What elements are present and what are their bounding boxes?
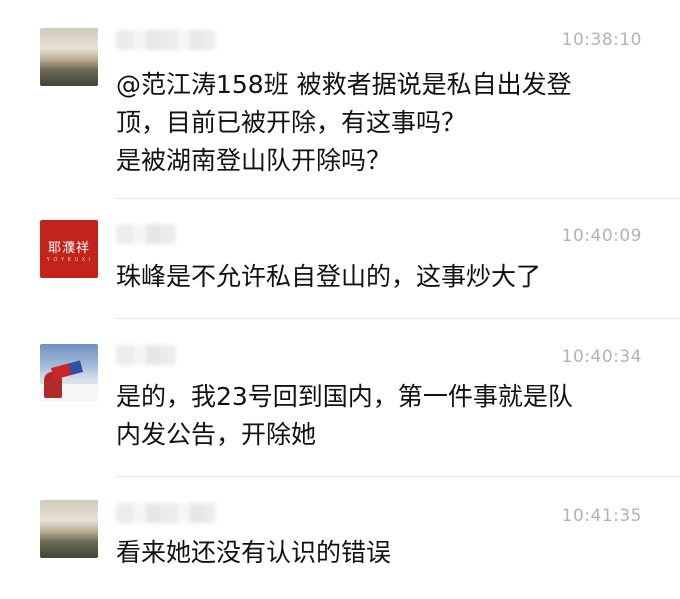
sender-name-blurred: [116, 503, 216, 523]
avatar[interactable]: 耶濮祥 Y O Y K U X I: [40, 220, 98, 278]
message-text[interactable]: 是的，我23号回到国内，第一件事就是队 内发公告，开除她: [116, 378, 650, 454]
chat-message-list: 10:38:10 @范江涛158班 被救者据说是私自出发登 顶，目前已被开除，有…: [0, 0, 680, 599]
landscape-avatar-image: [40, 28, 98, 86]
message-line: 珠峰是不允许私自登山的，这事炒大了: [116, 262, 542, 291]
message-line: 顶，目前已被开除，有这事吗？: [116, 108, 467, 137]
message-line: 看来她还没有认识的错误: [116, 538, 392, 567]
message-line: 是被湖南登山队开除吗？: [116, 146, 392, 175]
avatar[interactable]: [40, 28, 98, 86]
message-text[interactable]: 珠峰是不允许私自登山的，这事炒大了: [116, 258, 650, 296]
avatar[interactable]: [40, 344, 98, 402]
sender-name-blurred: [116, 224, 176, 244]
seal-text: 耶濮祥: [47, 241, 90, 256]
message-line: 是的，我23号回到国内，第一件事就是队: [116, 382, 573, 411]
message-line: @范江涛158班 被救者据说是私自出发登: [116, 70, 572, 99]
red-seal-avatar-image: 耶濮祥 Y O Y K U X I: [40, 220, 98, 278]
landscape-avatar-image: [40, 500, 98, 558]
seal-subtext: Y O Y K U X I: [46, 257, 92, 263]
message-text[interactable]: 看来她还没有认识的错误: [116, 534, 650, 572]
divider: [116, 476, 680, 477]
sender-name-blurred: [116, 30, 216, 50]
message-time: 10:40:34: [561, 347, 642, 367]
message-time: 10:38:10: [561, 30, 642, 50]
flag-icon: [50, 360, 84, 380]
message-time: 10:41:35: [561, 506, 642, 526]
mountain-flag-avatar-image: [40, 344, 98, 402]
divider: [116, 318, 680, 319]
sender-name-blurred: [116, 345, 176, 365]
message-time: 10:40:09: [561, 226, 642, 246]
divider: [116, 198, 680, 199]
message-line: 内发公告，开除她: [116, 420, 317, 449]
avatar[interactable]: [40, 500, 98, 558]
message-text[interactable]: @范江涛158班 被救者据说是私自出发登 顶，目前已被开除，有这事吗？ 是被湖南…: [116, 66, 650, 180]
